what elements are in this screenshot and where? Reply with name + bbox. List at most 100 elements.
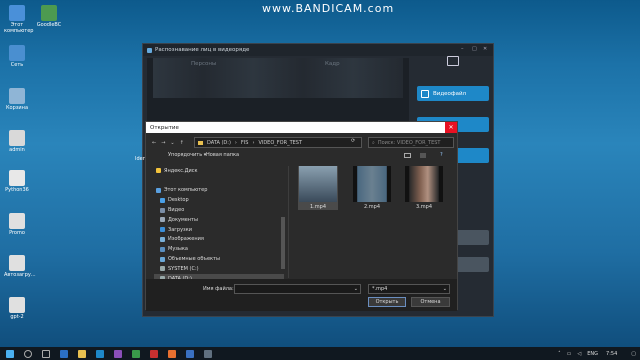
- side-button[interactable]: Видеофайл: [417, 86, 489, 101]
- clock[interactable]: 7:54: [606, 351, 617, 357]
- folder-icon: [198, 140, 203, 145]
- address-bar[interactable]: DATA (D:) › FIS › VIDEO_FOR_TEST: [194, 137, 362, 148]
- explorer-icon[interactable]: [78, 349, 86, 358]
- task-view-icon[interactable]: [42, 349, 50, 358]
- tree-item-icon: [160, 227, 165, 233]
- back-arrow-icon[interactable]: ←: [152, 140, 156, 146]
- open-button[interactable]: Открыть: [368, 297, 406, 307]
- tree-item[interactable]: Яндекс.Диск: [154, 166, 284, 176]
- desktop-icon[interactable]: Корзина: [4, 88, 30, 111]
- tree-item[interactable]: SYSTEM (C:): [154, 264, 284, 274]
- python-icon[interactable]: [186, 349, 194, 358]
- file-item[interactable]: 1.mp4: [298, 166, 338, 210]
- tree-item[interactable]: Изображения: [154, 235, 284, 245]
- video-thumbnail: [299, 166, 337, 202]
- tree-item-label: Изображения: [168, 236, 204, 243]
- bandicam-icon[interactable]: [168, 349, 176, 358]
- history-chevron-icon[interactable]: ⌄: [170, 140, 174, 146]
- desktop-icon[interactable]: admin: [4, 130, 30, 153]
- cancel-button[interactable]: Отмена: [411, 297, 450, 307]
- filename-input[interactable]: ⌄: [234, 284, 361, 294]
- dialog-close-button[interactable]: ✕: [445, 122, 457, 133]
- preview-pane-icon[interactable]: [420, 153, 426, 158]
- button-icon: [421, 89, 429, 98]
- desktop-icon[interactable]: Сеть: [4, 45, 30, 68]
- dialog-toolbar: Упорядочить ▾ Новая папка ?: [146, 152, 457, 163]
- desktop-item-icon: [9, 130, 25, 146]
- desktop-icon[interactable]: gpt-2: [4, 297, 30, 320]
- tree-item[interactable]: Объемные объекты: [154, 254, 284, 264]
- tree-item-label: Desktop: [168, 197, 189, 204]
- file-item[interactable]: 3.mp4: [404, 166, 444, 210]
- desktop-item-icon: [9, 170, 25, 186]
- persons-header: Персоны: [191, 61, 217, 67]
- tree-item-label: Видео: [168, 207, 185, 214]
- app-title: Распознавание лиц в видеоряде: [155, 47, 250, 53]
- desktop-icon[interactable]: GoodleBC: [36, 5, 62, 28]
- taskbar: ˄ ▭ ◁ ENG 7:54 ▢: [0, 347, 640, 360]
- tree-scrollbar[interactable]: [281, 217, 285, 269]
- desktop-icon-label: Сеть: [10, 62, 24, 68]
- dialog-title-bar: Открытие: [146, 122, 457, 133]
- tree-item[interactable]: Видео: [154, 205, 284, 215]
- close-icon[interactable]: ✕: [483, 46, 489, 52]
- desktop-icon[interactable]: Автозагру...: [4, 255, 36, 278]
- tree-item: [154, 176, 284, 186]
- search-icon[interactable]: [24, 349, 32, 358]
- tree-item[interactable]: Этот компьютер: [154, 186, 284, 196]
- edge-icon[interactable]: [60, 349, 68, 358]
- dialog-title: Открытие: [150, 124, 179, 131]
- desktop-icon[interactable]: Python36: [4, 170, 30, 193]
- navigation-tree: Яндекс.Диск Этот компьютер Desktop Видео Док…: [154, 166, 284, 284]
- refresh-icon[interactable]: ⟳: [351, 138, 355, 144]
- file-item[interactable]: 2.mp4: [352, 166, 392, 210]
- tree-item[interactable]: Музыка: [154, 244, 284, 254]
- tree-item-icon: [160, 236, 165, 242]
- desktop-icon-label: Этот компьютер: [4, 22, 34, 34]
- view-options-icon[interactable]: [404, 153, 411, 158]
- path-segment-drive[interactable]: DATA (D:): [207, 140, 231, 146]
- app-icon-red[interactable]: [150, 349, 158, 358]
- language-indicator[interactable]: ENG: [587, 351, 598, 357]
- tree-item[interactable]: Загрузки: [154, 225, 284, 235]
- tree-item-label: Музыка: [168, 246, 188, 253]
- notifications-icon[interactable]: ▢: [631, 351, 636, 357]
- file-type-dropdown-icon[interactable]: ⌄: [443, 286, 447, 292]
- path-segment-video[interactable]: VIDEO_FOR_TEST: [258, 140, 302, 146]
- tree-item-icon: [156, 187, 161, 193]
- desktop-icon[interactable]: Этот компьютер: [4, 5, 34, 34]
- file-type-value: *.mp4: [372, 286, 388, 292]
- network-icon[interactable]: ▭: [567, 351, 572, 357]
- tree-item[interactable]: Desktop: [154, 195, 284, 205]
- store-icon[interactable]: [96, 349, 104, 358]
- path-segment-fis[interactable]: FIS: [241, 140, 249, 146]
- volume-icon[interactable]: ◁: [577, 351, 581, 357]
- app-title-bar: Распознавание лиц в видеоряде – □ ✕: [143, 44, 493, 56]
- file-name: 1.mp4: [310, 204, 326, 210]
- chrome-icon[interactable]: [132, 349, 140, 358]
- minimize-icon[interactable]: –: [461, 46, 467, 52]
- help-icon[interactable]: ?: [440, 152, 443, 158]
- dialog-footer: Имя файла: ⌄ *.mp4 ⌄ Открыть Отмена: [146, 279, 457, 311]
- new-folder-button[interactable]: Новая папка: [206, 152, 239, 158]
- navigation-bar: ← → ⌄ ↑ DATA (D:) › FIS › VIDEO_FOR_TEST…: [146, 136, 457, 149]
- app-icon-gray[interactable]: [204, 349, 212, 358]
- tree-item-icon: [160, 246, 165, 252]
- tray-arrow-icon[interactable]: ˄: [558, 351, 561, 357]
- filename-dropdown-icon[interactable]: ⌄: [354, 286, 358, 292]
- search-placeholder: Поиск: VIDEO_FOR_TEST: [377, 139, 441, 146]
- tree-item-label: Загрузки: [168, 226, 192, 233]
- desktop-item-icon: [9, 5, 25, 21]
- app-icon-purple[interactable]: [114, 349, 122, 358]
- up-arrow-icon[interactable]: ↑: [180, 140, 184, 146]
- desktop-icon[interactable]: Promo: [4, 213, 30, 236]
- organize-button[interactable]: Упорядочить ▾: [168, 152, 206, 158]
- desktop-item-icon: [9, 255, 25, 271]
- search-input[interactable]: ⌕ Поиск: VIDEO_FOR_TEST: [368, 137, 454, 148]
- file-type-select[interactable]: *.mp4 ⌄: [368, 284, 450, 294]
- side-button-label: Видеофайл: [433, 90, 467, 97]
- maximize-icon[interactable]: □: [472, 46, 478, 52]
- forward-arrow-icon[interactable]: →: [161, 140, 165, 146]
- start-icon[interactable]: [6, 349, 14, 358]
- tree-item[interactable]: Документы: [154, 215, 284, 225]
